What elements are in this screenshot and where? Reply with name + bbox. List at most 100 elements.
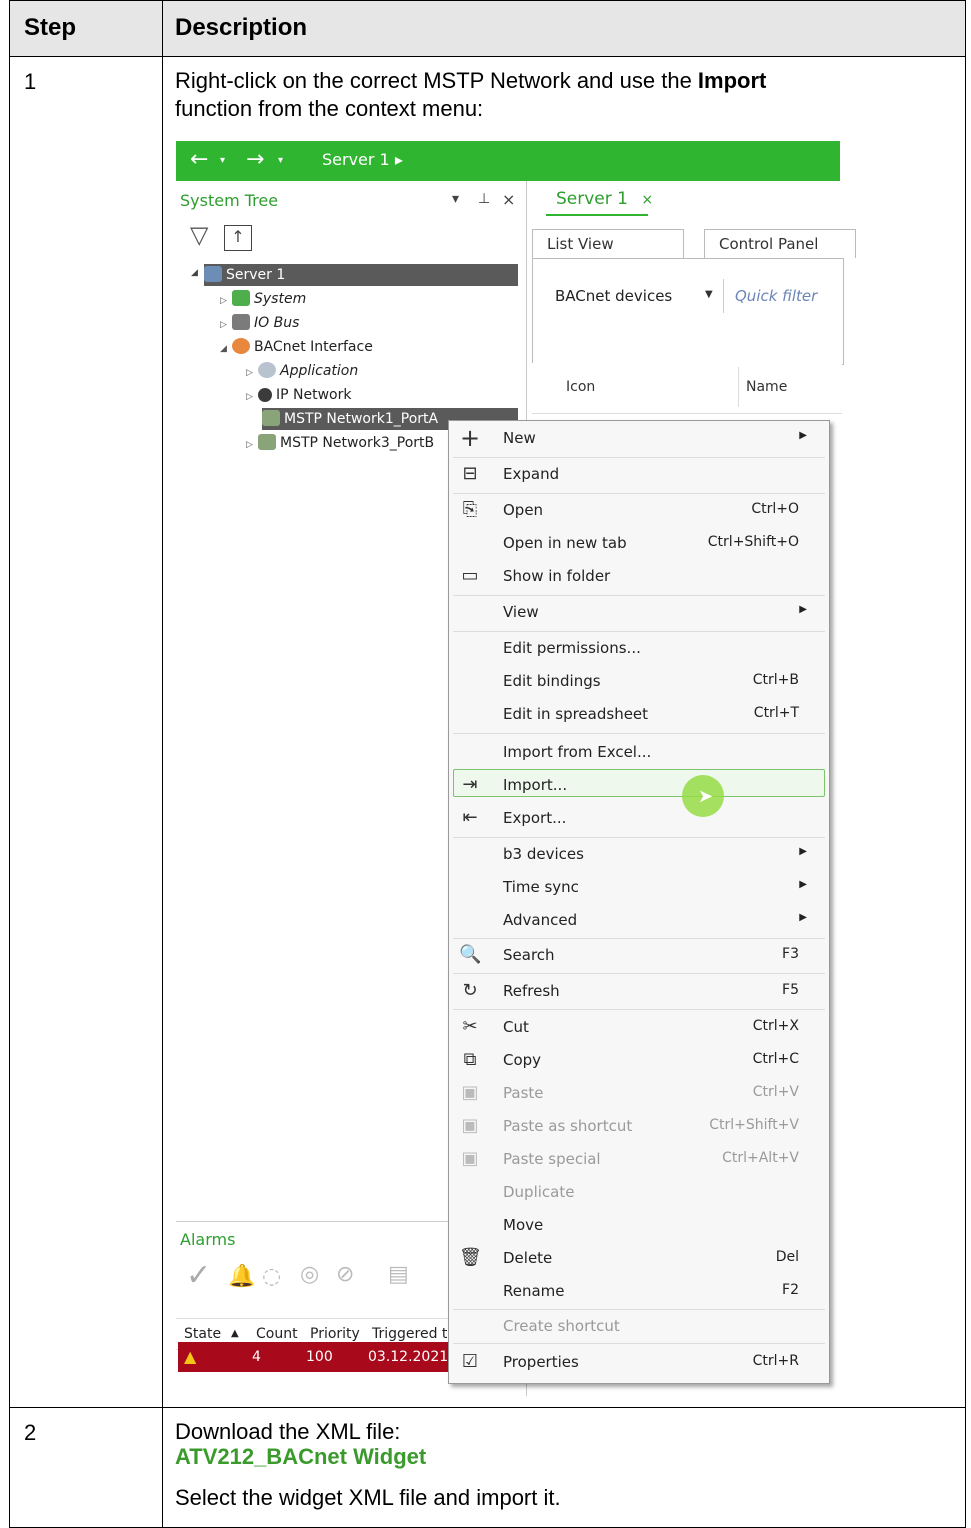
bell-outline-icon[interactable]: ◌ (262, 1264, 281, 1289)
menu-item-open-new-tab[interactable]: Open in new tab Ctrl+Shift+O (449, 527, 829, 560)
bell-icon[interactable]: 🔔 (228, 1264, 255, 1289)
submenu-arrow-icon: ▶ (799, 430, 807, 441)
tab-control-panel[interactable]: Control Panel (704, 229, 856, 258)
paste-icon: ▣ (461, 1082, 479, 1103)
step-instruction: Select the widget XML file and import it… (175, 1485, 561, 1510)
back-dropdown-icon[interactable]: ▾ (220, 155, 225, 166)
forward-arrow-icon[interactable]: → (246, 147, 264, 172)
system-tree-title: System Tree (180, 191, 279, 210)
paste-icon: ▣ (461, 1115, 479, 1136)
back-arrow-icon[interactable]: ← (190, 147, 208, 172)
menu-item-copy[interactable]: ⧉ Copy Ctrl+C (449, 1044, 829, 1077)
tree-item-mstp-network3[interactable]: ▷ MSTP Network3_PortB (246, 432, 434, 454)
comment-icon[interactable]: ▤ (388, 1262, 409, 1287)
tree-item-ip-network[interactable]: ▷ IP Network (246, 384, 351, 406)
menu-item-import[interactable]: ⇥ Import... (449, 769, 829, 802)
tree-item-application[interactable]: ▷ Application (246, 360, 358, 382)
expand-triangle-icon[interactable]: ◢ (191, 268, 198, 278)
tree-item-system[interactable]: ▷ System (220, 288, 306, 310)
hide-icon[interactable]: ⊘ (336, 1262, 354, 1287)
plus-icon: + (459, 424, 481, 452)
menu-item-edit-permissions[interactable]: Edit permissions... (449, 632, 829, 665)
submenu-arrow-icon: ▶ (799, 604, 807, 615)
pane-menu-icon[interactable]: ▾ (452, 191, 459, 207)
tree-item-bacnet-interface[interactable]: ◢ BACnet Interface (220, 336, 373, 358)
breadcrumb[interactable]: Server 1 ▸ (322, 150, 403, 169)
collapsed-triangle-icon[interactable]: ▷ (246, 434, 258, 456)
menu-item-move[interactable]: Move (449, 1209, 829, 1242)
grid-header: Icon Name (532, 363, 842, 414)
submenu-arrow-icon: ▶ (799, 879, 807, 890)
collapsed-triangle-icon[interactable]: ▷ (246, 362, 258, 384)
show-icon[interactable]: ◎ (300, 1262, 319, 1287)
import-icon: ⇥ (462, 774, 478, 795)
menu-item-properties[interactable]: ☑ Properties Ctrl+R (449, 1346, 829, 1379)
menu-item-export[interactable]: ⇤ Export... (449, 802, 829, 835)
menu-item-edit-bindings[interactable]: Edit bindings Ctrl+B (449, 665, 829, 698)
menu-item-time-sync[interactable]: Time sync ▶ (449, 871, 829, 904)
acknowledge-icon[interactable]: ✓ (186, 1258, 211, 1293)
menu-item-advanced[interactable]: Advanced ▶ (449, 904, 829, 937)
refresh-icon: ↻ (462, 980, 478, 1001)
tab-list-view[interactable]: List View (532, 229, 684, 258)
alarm-bell-icon: ▲ (184, 1347, 197, 1366)
tab-server[interactable]: Server 1 × (556, 189, 653, 209)
expanded-triangle-icon[interactable]: ◢ (220, 338, 232, 360)
col-icon[interactable]: Icon (566, 379, 595, 395)
paste-icon: ▣ (461, 1148, 479, 1169)
menu-item-expand[interactable]: ⊟ Expand (449, 458, 829, 491)
server-icon (204, 266, 222, 282)
menu-item-duplicate: Duplicate (503, 1183, 575, 1201)
menu-item-import-excel[interactable]: Import from Excel... (449, 736, 829, 769)
filter-icon[interactable]: ▽ (190, 221, 208, 249)
menu-item-edit-spreadsheet[interactable]: Edit in spreadsheet Ctrl+T (449, 698, 829, 731)
filter-panel: BACnet devices ▼ Quick filter (532, 258, 844, 365)
collapsed-triangle-icon[interactable]: ▷ (246, 386, 258, 408)
col-name[interactable]: Name (746, 379, 787, 395)
pin-icon[interactable]: ⊥ (478, 191, 490, 207)
header-description: Description (175, 14, 308, 41)
title-bar: ← ▾ → ▾ Server 1 ▸ (176, 141, 840, 181)
download-link[interactable]: ATV212_BACnet Widget (175, 1444, 426, 1470)
import-keyword: Import (697, 68, 767, 93)
bacnet-icon (232, 338, 250, 354)
io-bus-icon (232, 314, 250, 330)
submenu-arrow-icon: ▶ (799, 846, 807, 857)
tree-item-io-bus[interactable]: ▷ IO Bus (220, 312, 299, 334)
header-step: Step (24, 14, 77, 41)
close-icon[interactable]: × (502, 190, 515, 209)
collapsed-triangle-icon[interactable]: ▷ (220, 290, 232, 312)
tab-close-icon[interactable]: × (641, 192, 653, 208)
alarm-row[interactable]: ▲ 4 100 03.12.2021 (178, 1342, 452, 1372)
menu-item-refresh[interactable]: ↻ Refresh F5 (449, 975, 829, 1008)
quick-filter-input[interactable]: Quick filter (735, 287, 817, 305)
type-dropdown[interactable]: BACnet devices (555, 287, 672, 305)
menu-item-open[interactable]: ⎘ Open Ctrl+O (449, 494, 829, 527)
submenu-arrow-icon: ▶ (799, 912, 807, 923)
menu-item-b3-devices[interactable]: b3 devices ▶ (449, 838, 829, 871)
alarms-title: Alarms (180, 1230, 236, 1249)
menu-item-rename[interactable]: Rename F2 (449, 1275, 829, 1308)
chevron-down-icon[interactable]: ▼ (705, 289, 713, 300)
menu-item-new[interactable]: + New ▶ (449, 422, 829, 455)
menu-item-cut[interactable]: ✂ Cut Ctrl+X (449, 1011, 829, 1044)
menu-item-show-in-folder[interactable]: ▭ Show in folder (449, 560, 829, 593)
export-icon: ⇤ (462, 807, 478, 828)
collapsed-triangle-icon[interactable]: ▷ (220, 314, 232, 336)
collapse-tree-icon[interactable]: ↑ (224, 225, 252, 251)
forward-dropdown-icon[interactable]: ▾ (278, 155, 283, 166)
properties-icon: ☑ (461, 1351, 479, 1372)
menu-item-view[interactable]: View ▶ (449, 596, 829, 629)
system-icon (232, 290, 250, 306)
step-number: 1 (24, 69, 37, 94)
step-description: Download the XML file: (175, 1419, 401, 1444)
folder-icon: ▭ (461, 565, 479, 586)
expand-icon: ⊟ (462, 463, 478, 484)
cut-icon: ✂ (462, 1016, 478, 1037)
menu-item-delete[interactable]: 🗑 Delete Del (449, 1242, 829, 1275)
menu-item-paste-shortcut: ▣ Paste as shortcut Ctrl+Shift+V (449, 1110, 829, 1143)
mstp-network-icon (258, 434, 276, 450)
menu-item-search[interactable]: 🔍 Search F3 (449, 939, 829, 972)
delete-icon: 🗑 (459, 1247, 482, 1268)
tree-item-server[interactable]: Server 1 (204, 264, 518, 286)
